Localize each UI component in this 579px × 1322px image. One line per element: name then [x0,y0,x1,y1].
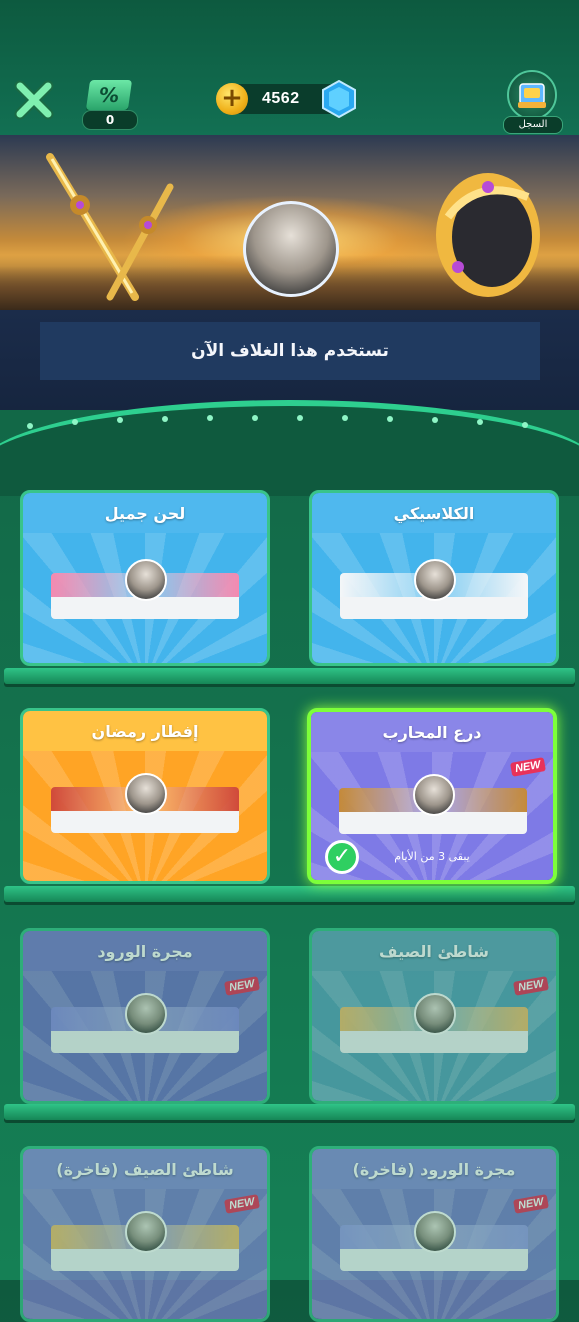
cover-card-summer-beach-deluxe[interactable]: شاطئ الصيف (فاخرة) NEW [20,1146,270,1322]
top-bar: % 0 + 4562 السجل [0,0,579,135]
history-icon [507,70,557,120]
avatar [414,559,456,601]
card-title: مجرة الورود [23,931,267,971]
cover-card-beautiful-melody[interactable]: لحن جميل [20,490,270,666]
avatar [125,559,167,601]
frame-preview [339,774,527,834]
cover-card-ramadan-iftar[interactable]: إفطار رمضان [20,708,270,884]
card-title: شاطئ الصيف (فاخرة) [23,1149,267,1189]
cover-card-rose-galaxy[interactable]: مجرة الورود NEW [20,928,270,1104]
avatar [125,1211,167,1253]
current-avatar [243,201,339,297]
coin-value: 4562 [262,90,300,107]
card-title: الكلاسيكي [312,493,556,533]
cover-card-warrior-shield[interactable]: درع المحارب NEW يبقى 3 من الأيام ✓ [307,708,557,884]
coupon-icon: % [85,80,133,110]
coupon-symbol: % [97,83,121,107]
shelf [4,668,575,684]
frame-preview [51,773,239,833]
avatar [413,774,455,816]
card-title: مجرة الورود (فاخرة) [312,1149,556,1189]
avatar [125,773,167,815]
avatar [414,993,456,1035]
card-title: إفطار رمضان [23,711,267,751]
swords-icon [46,153,174,301]
coupon-button[interactable]: % 0 [82,78,138,130]
shield-icon [436,173,540,297]
avatar [125,993,167,1035]
shelf [4,886,575,902]
close-button[interactable] [14,80,54,120]
coupon-count: 0 [82,110,138,130]
history-label: السجل [503,116,563,134]
gem-icon[interactable] [322,80,356,118]
card-title: درع المحارب [311,712,553,752]
cover-card-classic[interactable]: الكلاسيكي [309,490,559,666]
avatar [414,1211,456,1253]
frame-preview [51,559,239,619]
cover-card-rose-galaxy-deluxe[interactable]: مجرة الورود (فاخرة) NEW [309,1146,559,1322]
card-title: لحن جميل [23,493,267,533]
cover-card-summer-beach[interactable]: شاطئ الصيف NEW [309,928,559,1104]
shelf [4,1104,575,1120]
frame-preview [340,559,528,619]
card-title: شاطئ الصيف [312,931,556,971]
frame-preview [340,1211,528,1271]
frame-preview [340,993,528,1053]
current-cover-status: تستخدم هذا الغلاف الآن [40,322,540,380]
frame-preview [51,1211,239,1271]
add-coins-button[interactable]: + [216,83,248,115]
check-icon: ✓ [325,840,359,874]
close-icon [14,80,54,120]
arc-lights [27,415,528,429]
history-button[interactable]: السجل [503,70,563,134]
cover-preview-banner [0,135,579,310]
frame-preview [51,993,239,1053]
